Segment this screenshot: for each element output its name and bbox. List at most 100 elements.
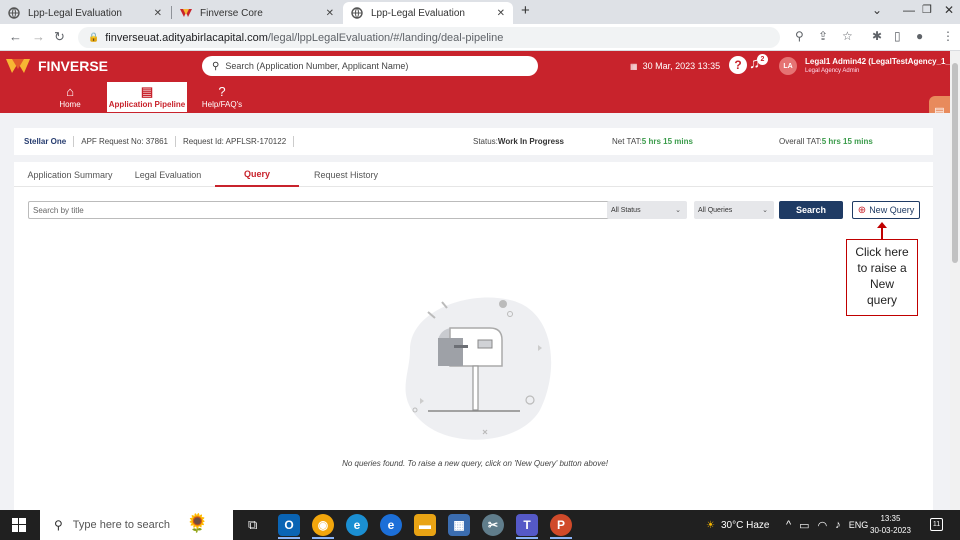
nav-application-pipeline[interactable]: ▤ Application Pipeline: [107, 82, 187, 112]
language-indicator[interactable]: ENG: [849, 520, 869, 530]
clock-time: 13:35: [880, 514, 901, 523]
browser-tab-label: Lpp-Legal Evaluation: [28, 7, 122, 19]
close-icon[interactable]: ✕: [154, 8, 162, 19]
user-role: Legal Agency Admin: [805, 68, 860, 74]
minimize-icon[interactable]: —: [903, 3, 915, 17]
callout-line: New: [869, 277, 894, 291]
global-search-input[interactable]: ⚲ Search (Application Number, Applicant …: [202, 56, 538, 76]
app-running-indicator: [516, 537, 538, 539]
file-explorer-icon[interactable]: ▬: [414, 514, 436, 536]
snipping-tool-icon[interactable]: ✂: [482, 514, 504, 536]
browser-menu-icon[interactable]: ⋮: [942, 29, 954, 43]
scrollbar-thumb[interactable]: [952, 63, 958, 263]
back-arrow-icon[interactable]: ←: [9, 29, 22, 44]
forward-arrow-icon[interactable]: →: [32, 29, 45, 44]
globe-icon: [351, 7, 363, 19]
share-icon[interactable]: ⇪: [818, 29, 828, 43]
powerpoint-icon[interactable]: P: [550, 514, 572, 536]
new-query-button[interactable]: ⊕ New Query: [852, 201, 920, 219]
notification-center-icon[interactable]: 11: [930, 518, 943, 531]
net-tat-value: 5 hrs 15 mins: [641, 137, 693, 146]
extensions-puzzle-icon[interactable]: ✱: [872, 29, 882, 43]
app-running-indicator: [550, 537, 572, 539]
tab-application-summary[interactable]: Application Summary: [24, 162, 116, 187]
wifi-icon[interactable]: ◠: [818, 519, 828, 532]
finverse-logo-icon: [180, 7, 192, 19]
lock-icon: 🔒: [88, 32, 100, 42]
new-query-label: New Query: [869, 205, 915, 215]
brand-logo[interactable]: FINVERSE: [6, 58, 108, 74]
browser-tab-3[interactable]: Lpp-Legal Evaluation ✕: [343, 2, 513, 24]
status-filter-select[interactable]: All Status ⌄: [607, 201, 687, 219]
windows-taskbar: ⚲ Type here to search 🌻 ⧉ O ◉ e e ▬ ▦ ✂ …: [0, 510, 960, 540]
weather-widget[interactable]: ☀ 30°C Haze: [706, 510, 769, 540]
teams-icon[interactable]: T: [516, 514, 538, 536]
outlook-icon[interactable]: O: [278, 514, 300, 536]
queries-filter-select[interactable]: All Queries ⌄: [694, 201, 774, 219]
edge-icon[interactable]: e: [346, 514, 368, 536]
home-icon: ⌂: [66, 84, 74, 99]
app-header: FINVERSE ⚲ Search (Application Number, A…: [0, 51, 954, 113]
reload-icon[interactable]: ↻: [54, 29, 65, 45]
chrome-icon[interactable]: ◉: [312, 514, 334, 536]
taskbar-clock[interactable]: 13:35 30-03-2023: [870, 513, 911, 537]
callout-arrow: [881, 227, 883, 239]
tab-query[interactable]: Query: [215, 162, 299, 187]
status-field: Status: Work In Progress: [473, 128, 564, 155]
system-tray[interactable]: ^ ▭ ◠ ♪ ENG: [786, 510, 868, 540]
status-value: Work In Progress: [497, 137, 564, 146]
task-view-icon[interactable]: ⧉: [248, 517, 257, 533]
volume-icon[interactable]: ♪: [835, 519, 841, 531]
empty-state-message: No queries found. To raise a new query, …: [342, 459, 608, 468]
divider: [73, 136, 75, 147]
app-running-indicator: [312, 537, 334, 539]
brand-name: FINVERSE: [38, 58, 109, 74]
zoom-icon[interactable]: ⚲: [795, 29, 804, 43]
browser-tab-1[interactable]: Lpp-Legal Evaluation ✕: [0, 2, 170, 24]
tab-request-history[interactable]: Request History: [306, 162, 386, 187]
profile-icon[interactable]: ●: [916, 29, 923, 43]
page-tabs: Application Summary Legal Evaluation Que…: [14, 162, 933, 187]
new-tab-button[interactable]: +: [521, 2, 530, 19]
restore-icon[interactable]: ❐: [922, 3, 932, 16]
tab-list-chevron-icon[interactable]: ⌄: [872, 3, 882, 17]
help-button[interactable]: ?: [729, 56, 747, 74]
nav-home[interactable]: ⌂ Home: [50, 82, 90, 112]
overall-tat-label: Overall TAT:: [779, 137, 822, 146]
user-name[interactable]: Legal1 Admin42 (LegalTestAgency_1_4: [805, 57, 954, 66]
taskbar-promo-icon[interactable]: 🌻: [186, 513, 208, 534]
internet-explorer-icon[interactable]: e: [380, 514, 402, 536]
browser-tab-label: Finverse Core: [200, 7, 263, 19]
status-label: Status:: [473, 137, 498, 146]
entity-name: Stellar One: [24, 137, 67, 146]
nav-help-faq[interactable]: ? Help/FAQ's: [197, 82, 247, 112]
calculator-icon[interactable]: ▦: [448, 514, 470, 536]
search-button[interactable]: Search: [779, 201, 843, 219]
apf-request-no: APF Request No: 37861: [81, 137, 168, 146]
divider: [174, 136, 176, 147]
nav-pipeline-label: Application Pipeline: [108, 100, 186, 109]
browser-tab-2[interactable]: Finverse Core ✕: [172, 2, 342, 24]
tray-chevron-up-icon[interactable]: ^: [786, 519, 791, 531]
close-icon[interactable]: ✕: [497, 8, 505, 19]
avatar[interactable]: LA: [779, 57, 797, 75]
url-host: finverseuat.adityabirlacapital.com: [105, 31, 268, 44]
close-icon[interactable]: ✕: [326, 8, 334, 19]
bookmark-star-icon[interactable]: ☆: [842, 29, 853, 43]
page-scrollbar[interactable]: [950, 51, 960, 510]
calendar-icon: ▦: [630, 61, 638, 71]
query-search-input[interactable]: Search by title: [28, 201, 616, 219]
datetime-text: 30 Mar, 2023 13:35: [642, 61, 721, 71]
battery-icon[interactable]: ▭: [799, 519, 809, 532]
tab-legal-evaluation[interactable]: Legal Evaluation: [128, 162, 208, 187]
document-icon: ▤: [140, 84, 154, 99]
callout-line: to raise a: [857, 261, 907, 275]
overall-tat-value: 5 hrs 15 mins: [821, 137, 873, 146]
window-close-icon[interactable]: ✕: [944, 3, 954, 17]
nav-home-label: Home: [59, 100, 81, 109]
side-panel-icon[interactable]: ▯: [894, 29, 901, 43]
queries-filter-value: All Queries: [698, 206, 733, 214]
windows-start-icon[interactable]: [12, 518, 26, 535]
net-tat-label: Net TAT:: [612, 137, 642, 146]
url-bar[interactable]: 🔒 finverseuat.adityabirlacapital.com /le…: [78, 27, 780, 48]
